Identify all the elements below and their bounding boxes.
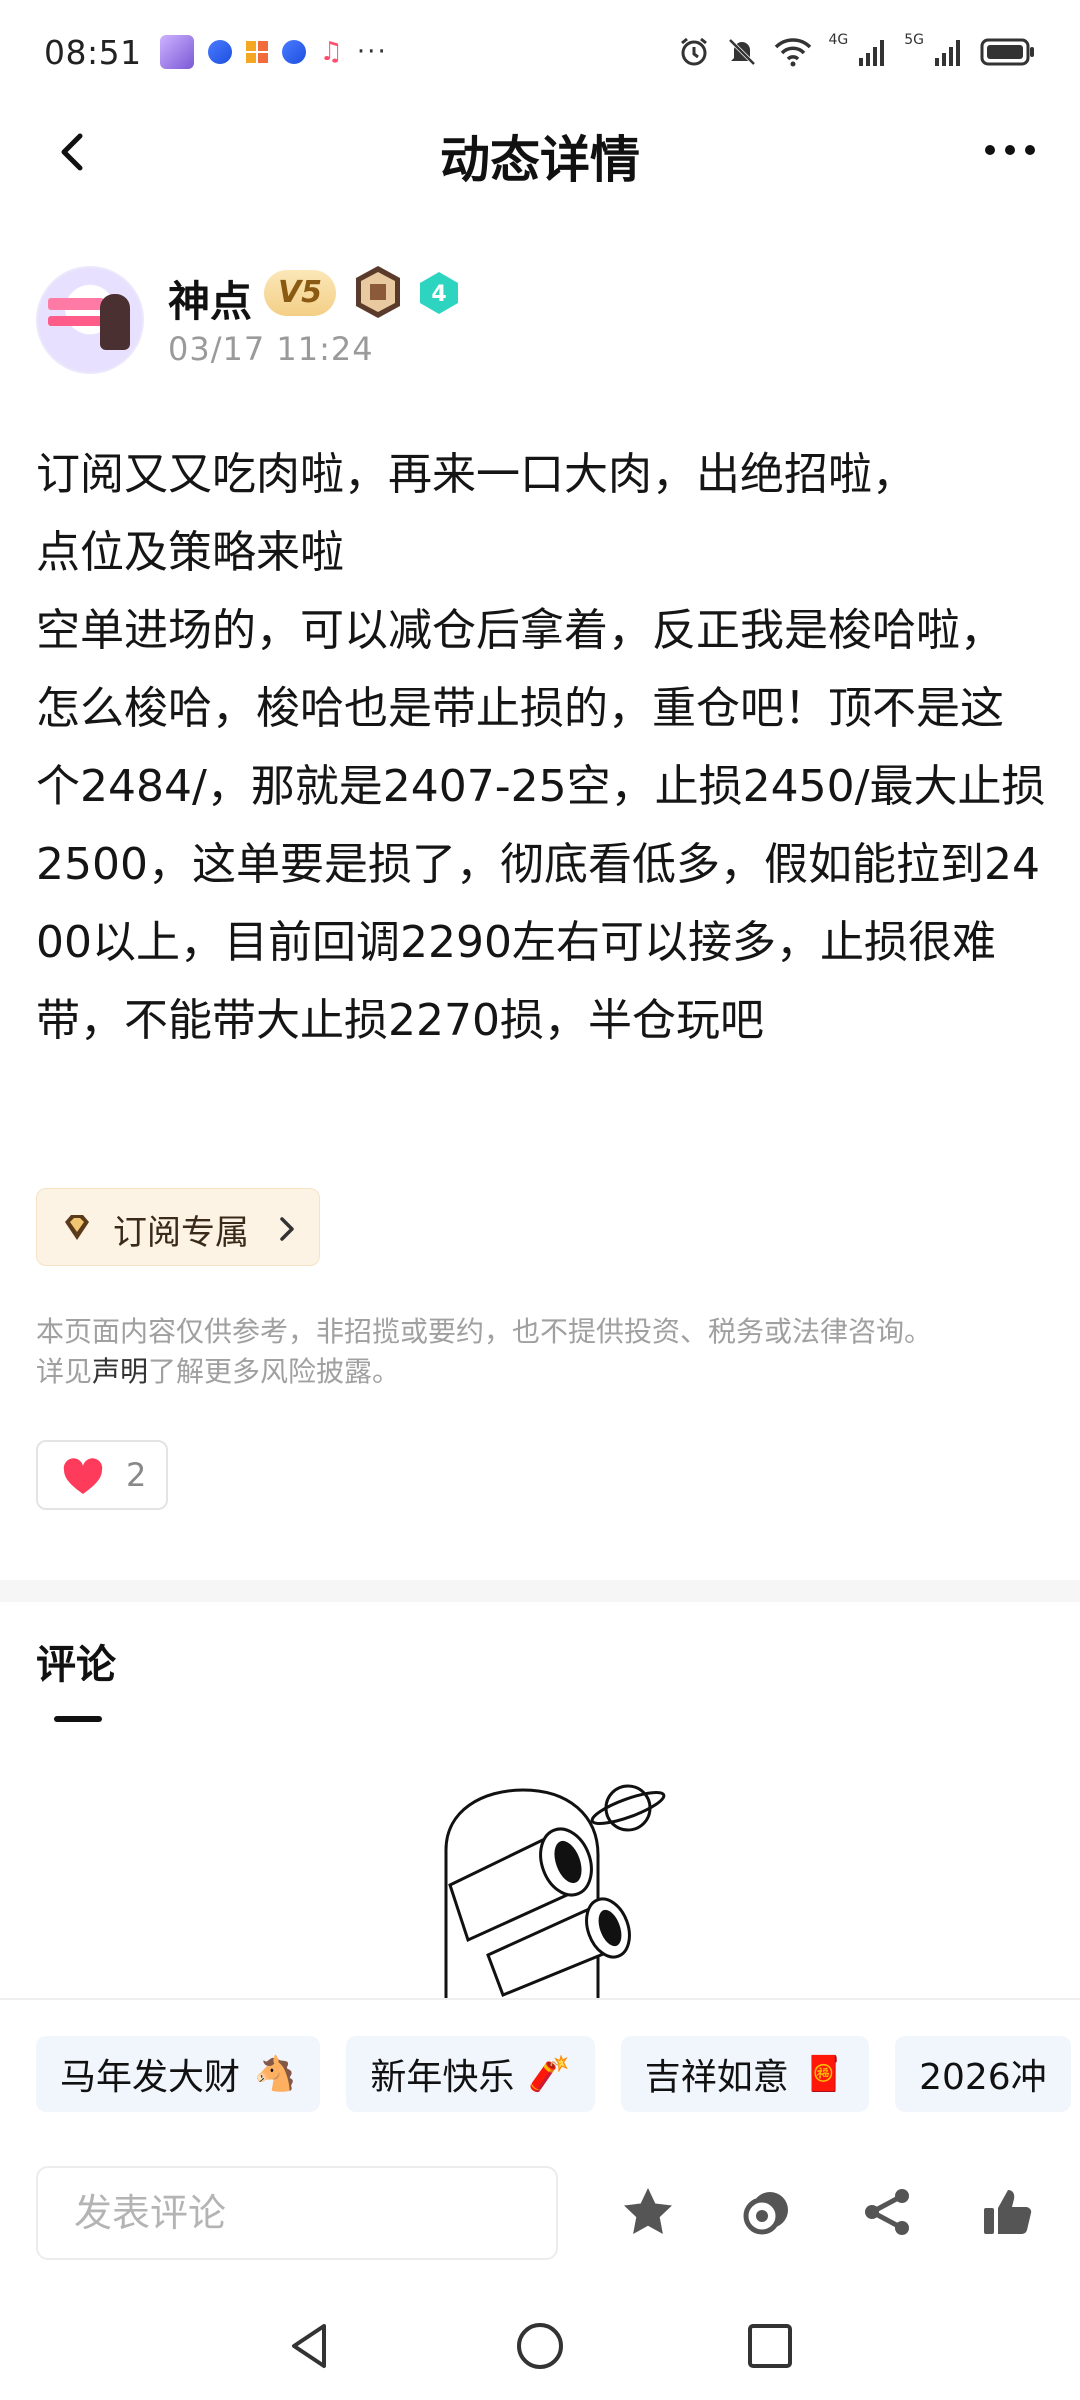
signal-5g-icon	[935, 40, 960, 66]
avatar-decoration	[48, 298, 104, 310]
heart-icon	[63, 1458, 103, 1494]
quick-reply-text: 马年发大财	[60, 2057, 241, 2098]
vip-badge: V5	[264, 270, 336, 316]
app-planet-icon-2	[281, 40, 306, 64]
diamond-icon	[65, 1215, 89, 1240]
battery-icon	[980, 38, 1034, 66]
quick-reply-text: 2026冲	[919, 2057, 1047, 2098]
firecracker-emoji-icon: 🧨	[528, 2054, 571, 2094]
risk-disclaimer: 本页面内容仅供参考，非招揽或要约，也不提供投资、税务或法律咨询。 详见声明了解更…	[36, 1312, 1046, 1392]
app-grid-icon	[245, 41, 268, 63]
quick-reply-text: 新年快乐	[370, 2057, 515, 2098]
author-name[interactable]: 神点	[168, 268, 252, 329]
subscription-exclusive-chip[interactable]: 订阅专属	[36, 1188, 320, 1266]
quick-reply-text: 吉祥如意	[644, 2057, 789, 2098]
empty-comments-illustration	[444, 1784, 666, 2000]
medal-badge-icon	[356, 266, 400, 318]
horse-emoji-icon: 🐴	[254, 2054, 297, 2094]
disclaimer-line-2: 详见声明了解更多风险披露。	[36, 1352, 1046, 1392]
level-badge-text: 4	[431, 282, 446, 307]
level-badge-icon: 4	[420, 272, 458, 314]
subscription-label: 订阅专属	[113, 1213, 249, 1253]
nav-home-icon[interactable]	[512, 2318, 568, 2374]
quick-reply-chip[interactable]: 马年发大财 🐴	[36, 2036, 321, 2112]
author-avatar[interactable]	[36, 266, 144, 374]
post-body: 订阅又又吃肉啦，再来一口大肉，出绝招啦， 点位及策略来啦 空单进场的，可以减仓后…	[36, 449, 1046, 1046]
status-time: 08:51	[44, 32, 142, 72]
more-notifications-icon: ···	[356, 37, 388, 67]
nav-back-icon[interactable]	[282, 2318, 338, 2374]
app-planet-icon	[207, 40, 232, 64]
section-divider	[0, 1580, 1080, 1602]
status-left: 08:51 ♫ ···	[44, 33, 388, 72]
quick-reply-row: 马年发大财 🐴 新年快乐 🧨 吉祥如意 🧧 2026冲	[36, 2036, 1080, 2114]
bottom-action-bar: 发表评论	[0, 2160, 1080, 2270]
red-envelope-emoji-icon: 🧧	[802, 2054, 846, 2094]
post-time: 03/17 11:24	[168, 330, 374, 368]
mute-bell-icon	[729, 38, 756, 66]
page-title: 动态详情	[440, 131, 640, 189]
quick-reply-chip[interactable]: 新年快乐 🧨	[346, 2036, 595, 2112]
music-icon: ♫	[319, 37, 343, 67]
comment-input[interactable]: 发表评论	[36, 2166, 558, 2260]
disclaimer-line-1: 本页面内容仅供参考，非招揽或要约，也不提供投资、税务或法律咨询。	[36, 1315, 933, 1348]
disclaimer-prefix: 详见	[36, 1355, 93, 1388]
notification-icons: ♫ ···	[159, 35, 388, 69]
disclaimer-suffix: 了解更多风险披露。	[148, 1355, 401, 1388]
comments-tab-indicator	[54, 1716, 102, 1722]
comments-tab[interactable]: 评论	[36, 1632, 116, 1690]
like-button[interactable]: 2	[36, 1440, 168, 1510]
app-header: 动态详情	[0, 104, 1080, 200]
avatar-decoration-2	[48, 316, 104, 326]
nav-recents-icon[interactable]	[742, 2318, 798, 2374]
status-right: 4G 5G	[678, 32, 1036, 68]
signal-4g-icon	[859, 40, 885, 66]
chevron-right-icon	[280, 1217, 294, 1241]
more-dots-icon[interactable]	[980, 130, 1040, 170]
app-avatar-icon	[159, 35, 194, 69]
coin-icon[interactable]	[740, 2184, 796, 2240]
thumbs-up-icon[interactable]	[980, 2184, 1036, 2240]
like-count: 2	[126, 1456, 147, 1494]
star-icon[interactable]	[620, 2184, 676, 2240]
quick-reply-chip[interactable]: 吉祥如意 🧧	[620, 2036, 870, 2112]
quick-reply-chip[interactable]: 2026冲	[895, 2036, 1071, 2112]
status-bar: 08:51 ♫ ··· 4G 5G	[0, 0, 1080, 104]
author-row: 神点 V5 4 03/17 11:24	[36, 262, 1036, 380]
wifi-icon	[775, 38, 812, 67]
system-navigation-bar	[0, 2290, 1080, 2400]
avatar-figure	[100, 294, 130, 350]
alarm-icon	[681, 37, 708, 66]
share-icon[interactable]	[860, 2184, 916, 2240]
network-4g-label: 4G	[828, 32, 849, 48]
network-5g-label: 5G	[904, 32, 924, 48]
quick-reply-divider	[0, 1998, 1080, 2000]
disclaimer-statement-link[interactable]: 声明	[92, 1355, 148, 1388]
